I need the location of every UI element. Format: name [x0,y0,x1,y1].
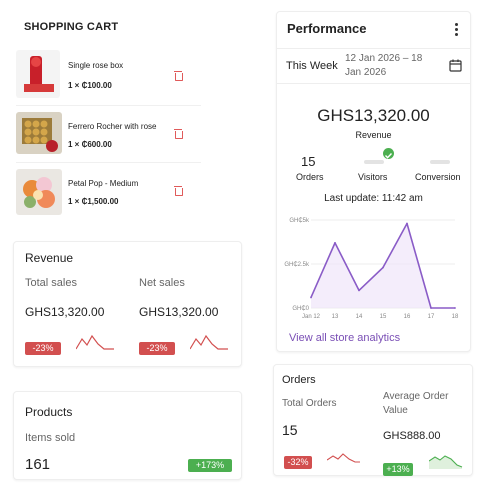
cart-item[interactable]: Single rose box 1 × ₵100.00 [16,47,201,106]
chart-x-tick-label: 13 [332,314,339,320]
avg-order-label-line1: Average Order [383,391,449,402]
orders-card: Orders Total Orders Average Order Value … [273,364,473,476]
products-card-title: Products [25,405,73,419]
more-options-icon[interactable] [455,22,459,36]
cart-item-name: Ferrero Rocher with rose [68,122,157,131]
chart-x-tick-label: 16 [404,314,411,320]
avg-order-label-line2: Value [383,405,408,416]
chart-data-point [454,307,456,309]
date-range-line2: Jan 2026 [345,67,387,78]
petal-pop-thumbnail [16,169,62,215]
chart-area-fill [311,223,455,308]
cart-title: SHOPPING CART [24,21,119,33]
orders-card-title: Orders [282,374,316,386]
cart-item-name: Petal Pop - Medium [68,179,139,188]
orders-count: 15 [301,154,316,169]
chart-x-tick-label: 14 [356,314,363,320]
date-range-line1: 12 Jan 2026 – 18 [345,53,423,64]
chart-data-point [406,222,408,225]
revenue-card: Revenue Total sales Net sales GHS13,320.… [13,241,242,367]
visitors-label: Visitors [358,172,388,182]
chart-data-point [358,289,360,292]
total-sales-change-badge: -23% [25,342,61,355]
cart-item[interactable]: Petal Pop - Medium 1 × ₵1,500.00 [16,163,201,219]
avg-order-value: GHS888.00 [383,430,441,442]
items-sold-change-badge: +173% [188,459,232,472]
chart-data-point [310,296,312,299]
date-range-row[interactable]: This Week 12 Jan 2026 – 18 Jan 2026 [277,48,470,84]
total-sales-value: GHS13,320.00 [25,305,105,319]
revenue-card-title: Revenue [25,251,74,265]
trash-icon[interactable] [174,186,183,196]
cart-item[interactable]: Ferrero Rocher with rose 1 × ₵600.00 [16,106,201,163]
chart-y-tick-label: GH₵5k [289,217,310,224]
total-orders-sparkline [327,453,360,463]
chart-x-tick-label: Jan 12 [302,314,321,320]
performance-title: Performance [287,21,367,36]
items-sold-label: Items sold [25,432,76,444]
conversion-label: Conversion [415,172,461,182]
revenue-total: GHS13,320.00 [317,106,430,125]
cart-item-qty: 1 × ₵1,500.00 [68,197,119,206]
total-sales-sparkline [76,334,114,350]
chart-data-point [334,241,336,244]
chart-data-point [430,307,432,309]
total-sales-label: Total sales [25,277,77,289]
orders-label: Orders [296,172,324,182]
chart-x-tick-label: 18 [452,314,459,320]
cart-item-name: Single rose box [68,61,124,70]
cart-item-qty: 1 × ₵600.00 [68,140,112,149]
revenue-total-label: Revenue [355,130,392,140]
net-sales-sparkline [190,334,228,350]
view-analytics-link[interactable]: View all store analytics [289,332,400,344]
net-sales-change-badge: -23% [139,342,175,355]
performance-card: Performance This Week 12 Jan 2026 – 18 J… [276,11,471,352]
chart-y-tick-label: GH₵0 [292,305,309,312]
rose-box-thumbnail [16,50,60,98]
total-orders-change-badge: -32% [284,456,312,469]
total-orders-label: Total Orders [282,398,337,409]
calendar-icon[interactable] [449,59,462,72]
trash-icon[interactable] [174,129,183,139]
net-sales-label: Net sales [139,277,185,289]
ferrero-thumbnail [16,112,62,154]
check-icon [383,148,394,159]
period-label: This Week [286,60,338,72]
avg-order-sparkline [429,455,463,469]
items-sold-value: 161 [25,456,51,473]
avg-order-change-badge: +13% [383,463,413,476]
cart-item-qty: 1 × ₵100.00 [68,81,112,90]
chart-x-tick-label: 15 [380,314,387,320]
net-sales-value: GHS13,320.00 [139,305,219,319]
trash-icon[interactable] [174,71,183,81]
revenue-line-chart: GH₵5k GH₵2.5k GH₵0 Jan 12 13 14 15 16 17 18 [284,217,459,320]
conversion-placeholder-bar [430,160,450,164]
chart-data-point [382,266,384,269]
chart-y-tick-label: GH₵2.5k [284,261,310,268]
total-orders-value: 15 [282,422,298,438]
last-update: Last update: 11:42 am [324,193,423,204]
chart-x-tick-label: 17 [428,314,435,320]
visitors-placeholder-bar [364,160,384,164]
products-card: Products Items sold 161 +173% [13,391,242,480]
